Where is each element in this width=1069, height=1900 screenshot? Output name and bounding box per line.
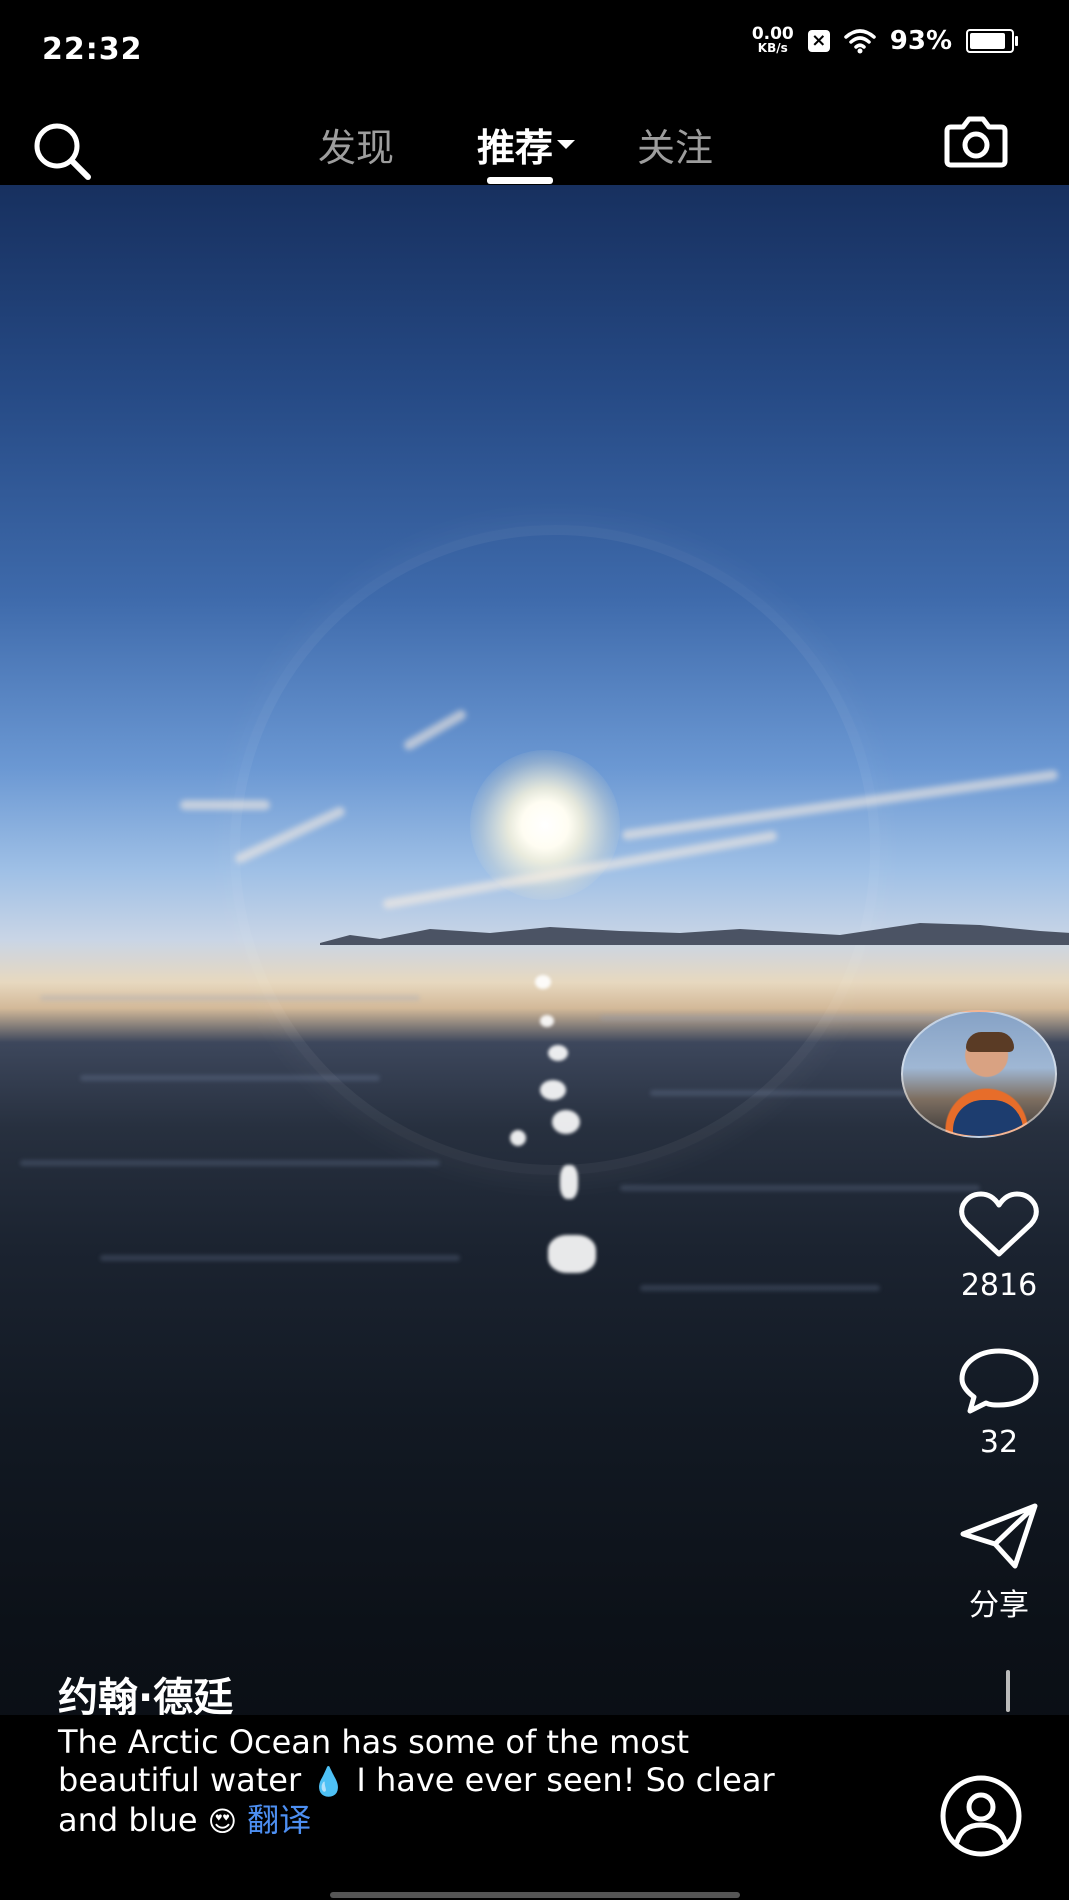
active-tab-indicator	[487, 177, 553, 184]
heart-eyes-emoji: 😍	[207, 1805, 237, 1838]
like-button[interactable]: 2816	[929, 1190, 1069, 1303]
caption-line-1: The Arctic Ocean has some of the most	[58, 1723, 690, 1761]
comment-icon	[959, 1348, 1039, 1414]
sun-glint	[560, 1165, 578, 1199]
wifi-icon	[844, 29, 876, 54]
video-player[interactable]	[0, 185, 1069, 1900]
video-caption: The Arctic Ocean has some of the most be…	[58, 1723, 878, 1841]
status-time: 22:32	[42, 32, 143, 67]
translate-link[interactable]: 翻译	[247, 1801, 311, 1839]
network-speed-value: 0.00	[751, 24, 794, 44]
profile-icon[interactable]	[938, 1773, 1024, 1859]
scrollbar	[1006, 1670, 1010, 1712]
send-icon	[960, 1503, 1038, 1569]
sun-glint	[548, 1235, 596, 1273]
comment-button[interactable]: 32	[929, 1345, 1069, 1460]
heart-icon	[959, 1191, 1039, 1257]
cloud	[180, 800, 270, 810]
sun-glint	[510, 1130, 526, 1146]
notification-x-icon: ×	[807, 30, 830, 52]
droplet-emoji: 💧	[311, 1765, 347, 1798]
comment-count: 32	[979, 1425, 1019, 1460]
battery-icon	[966, 29, 1018, 53]
sun-glint	[540, 1015, 554, 1027]
battery-percent: 93%	[889, 26, 952, 56]
status-icons: 0.00 KB/s × 93%	[751, 24, 1018, 56]
wave	[20, 1160, 440, 1166]
tab-recommend[interactable]: 推荐	[477, 117, 576, 172]
sun-glint	[535, 975, 551, 989]
mountains	[320, 923, 1069, 945]
wave	[40, 995, 420, 1001]
tab-recommend-label: 推荐	[477, 126, 554, 170]
share-label: 分享	[969, 1588, 1029, 1623]
wave	[80, 1075, 380, 1081]
caption-line-3: and blue	[58, 1801, 198, 1839]
sun-glint	[540, 1080, 566, 1100]
creator-avatar[interactable]	[901, 1010, 1057, 1138]
caption-line-2a: beautiful water	[58, 1761, 302, 1799]
top-nav: 发现 推荐 关注	[0, 95, 1069, 195]
status-bar: 22:32 0.00 KB/s × 93%	[0, 0, 1069, 95]
sun-glint	[548, 1045, 568, 1061]
wave	[640, 1285, 880, 1291]
tab-follow[interactable]: 关注	[637, 117, 713, 172]
tab-discover[interactable]: 发现	[318, 117, 394, 172]
home-indicator	[330, 1892, 740, 1898]
wave	[620, 1185, 980, 1191]
sun-glint	[552, 1110, 580, 1134]
network-speed: 0.00 KB/s	[751, 24, 794, 56]
feed-tabs: 发现 推荐 关注	[0, 117, 1069, 177]
camera-icon[interactable]	[943, 113, 1009, 169]
network-speed-unit: KB/s	[757, 41, 788, 55]
wave	[100, 1255, 460, 1261]
share-button[interactable]: 分享	[929, 1500, 1069, 1624]
like-count: 2816	[960, 1268, 1038, 1303]
caption-line-2b: I have ever seen! So clear	[356, 1761, 775, 1799]
chevron-down-icon	[557, 140, 576, 149]
